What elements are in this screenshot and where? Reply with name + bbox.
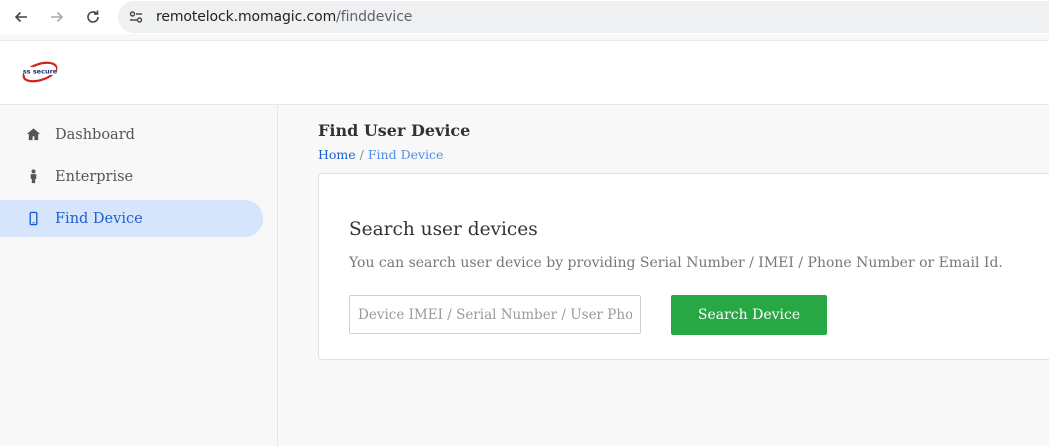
svg-text:ss secure: ss secure	[23, 68, 58, 76]
search-device-button[interactable]: Search Device	[671, 295, 827, 335]
url-host: remotelock.momagic.com	[156, 9, 337, 25]
sidebar-item-label: Enterprise	[55, 168, 134, 185]
logo[interactable]: ss secure	[20, 55, 60, 87]
sidebar-item-dashboard[interactable]: Dashboard	[0, 116, 263, 153]
site-info-icon[interactable]	[126, 7, 146, 27]
sidebar: Dashboard Enterprise Find Device	[0, 106, 278, 446]
sidebar-item-find-device[interactable]: Find Device	[0, 200, 263, 237]
search-card: Search user devices You can search user …	[318, 173, 1049, 360]
breadcrumb: Home / Find Device	[318, 147, 443, 162]
page-title: Find User Device	[318, 121, 471, 140]
card-title: Search user devices	[349, 219, 538, 240]
breadcrumb-home-link[interactable]: Home	[318, 147, 356, 162]
arrow-right-icon	[51, 11, 64, 23]
ss-secure-logo-icon: ss secure	[22, 61, 58, 83]
breadcrumb-separator: /	[359, 147, 364, 162]
url-text: remotelock.momagic.com/finddevice	[156, 9, 412, 25]
sidebar-item-label: Dashboard	[55, 126, 135, 143]
sidebar-item-label: Find Device	[55, 210, 143, 227]
home-icon	[25, 127, 41, 143]
reload-icon	[87, 10, 99, 23]
sidebar-item-enterprise[interactable]: Enterprise	[0, 158, 263, 195]
device-search-input[interactable]	[349, 295, 641, 334]
back-button[interactable]	[9, 5, 33, 29]
browser-toolbar: remotelock.momagic.com/finddevice	[0, 0, 1049, 34]
reload-button[interactable]	[81, 5, 105, 29]
person-icon	[25, 169, 41, 185]
forward-button[interactable]	[45, 5, 69, 29]
address-bar[interactable]: remotelock.momagic.com/finddevice	[118, 1, 1049, 33]
arrow-left-icon	[14, 11, 27, 23]
card-description: You can search user device by providing …	[349, 255, 1003, 271]
url-path: /finddevice	[336, 9, 413, 25]
mobile-icon	[25, 211, 41, 227]
breadcrumb-current: Find Device	[367, 147, 444, 162]
app-header: ss secure	[0, 40, 1049, 105]
